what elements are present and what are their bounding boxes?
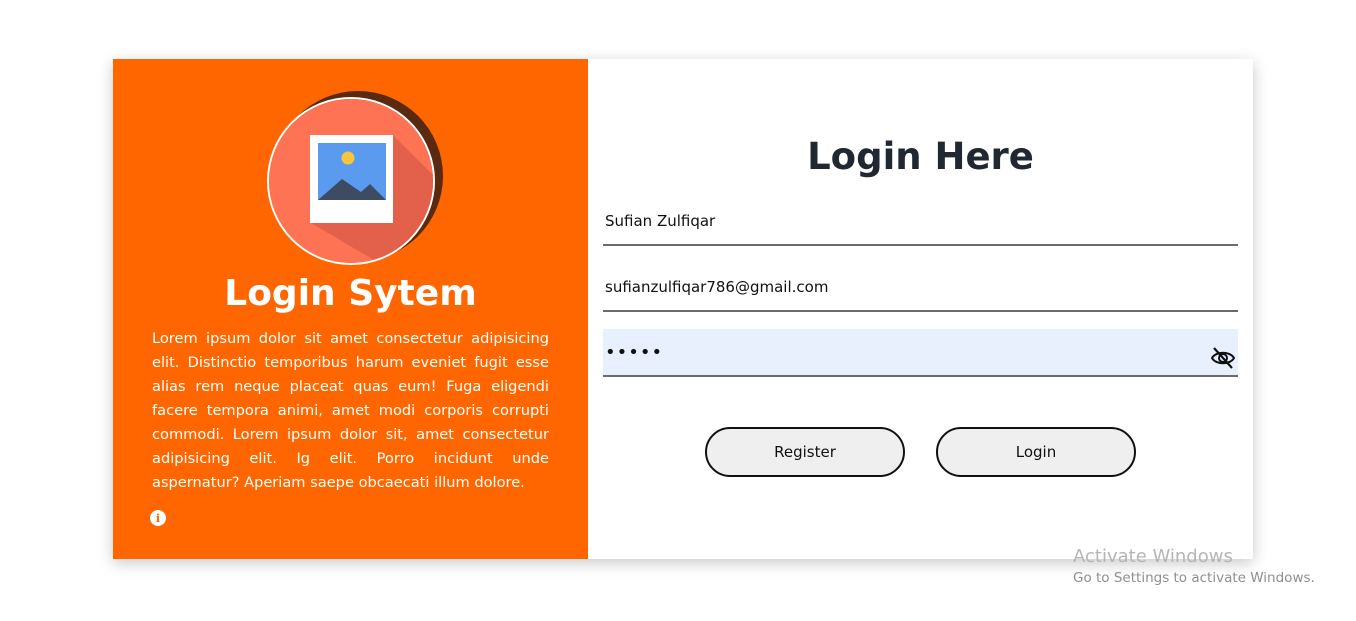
register-button[interactable]: Register	[705, 427, 905, 477]
email-field	[603, 264, 1238, 312]
watermark-subtitle: Go to Settings to activate Windows.	[1073, 570, 1315, 586]
name-input[interactable]	[603, 198, 1238, 244]
email-input[interactable]	[603, 264, 1238, 310]
left-panel: Login Sytem Lorem ipsum dolor sit amet c…	[113, 59, 588, 559]
image-placeholder-icon	[267, 97, 435, 265]
login-card: Login Sytem Lorem ipsum dolor sit amet c…	[113, 59, 1253, 559]
description-text: Lorem ipsum dolor sit amet consectetur a…	[152, 330, 549, 491]
windows-activation-watermark: Activate Windows Go to Settings to activ…	[1073, 546, 1315, 586]
avatar	[267, 91, 443, 266]
login-button[interactable]: Login	[936, 427, 1136, 477]
password-field	[603, 329, 1238, 377]
name-field	[603, 198, 1238, 246]
info-icon[interactable]: i	[150, 510, 166, 526]
password-input[interactable]	[603, 329, 1238, 375]
form-title: Login Here	[807, 135, 1034, 178]
app-title: Login Sytem	[224, 273, 477, 314]
eye-slash-icon[interactable]	[1210, 345, 1236, 371]
watermark-title: Activate Windows	[1073, 546, 1233, 567]
right-panel: Login Here Register Login	[588, 59, 1253, 559]
